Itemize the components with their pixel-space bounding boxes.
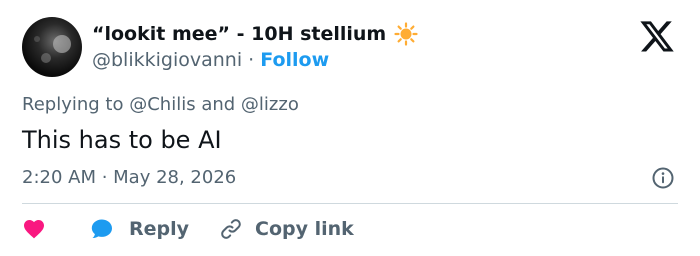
author-display-name[interactable]: “lookit mee” - 10H stellium xyxy=(92,21,418,47)
replying-to-line: Replying to @Chilis and @lizzo xyxy=(22,92,299,118)
speech-bubble-icon xyxy=(90,217,114,241)
handle-separator: · xyxy=(248,49,255,71)
x-logo-icon[interactable] xyxy=(638,21,676,55)
sun-emoji-icon xyxy=(394,22,418,46)
action-bar: Reply Copy link xyxy=(22,214,354,244)
heart-icon xyxy=(22,217,46,241)
tweet-timestamp[interactable]: 2:20 AM · May 28, 2026 xyxy=(22,165,236,191)
info-icon[interactable] xyxy=(651,166,675,190)
author-handle[interactable]: @blikkigiovanni xyxy=(92,49,242,71)
author-avatar[interactable] xyxy=(22,17,82,77)
follow-button[interactable]: Follow xyxy=(260,49,329,71)
reply-label: Reply xyxy=(129,218,190,240)
replying-to-prefix: Replying to xyxy=(22,94,124,115)
like-button[interactable] xyxy=(22,217,46,241)
display-name-text: “lookit mee” - 10H stellium xyxy=(92,23,387,45)
mention-link-lizzo[interactable]: @lizzo xyxy=(241,94,299,115)
reply-button[interactable]: Reply xyxy=(90,217,189,241)
replying-to-conjunction: and xyxy=(201,94,236,115)
copy-link-label: Copy link xyxy=(255,218,354,240)
author-handle-line: @blikkigiovanni · Follow xyxy=(92,47,329,73)
link-icon xyxy=(219,217,243,241)
tweet-text: This has to be AI xyxy=(22,126,222,154)
copy-link-button[interactable]: Copy link xyxy=(219,217,354,241)
divider xyxy=(22,203,678,204)
mention-link-chilis[interactable]: @Chilis xyxy=(129,94,195,115)
